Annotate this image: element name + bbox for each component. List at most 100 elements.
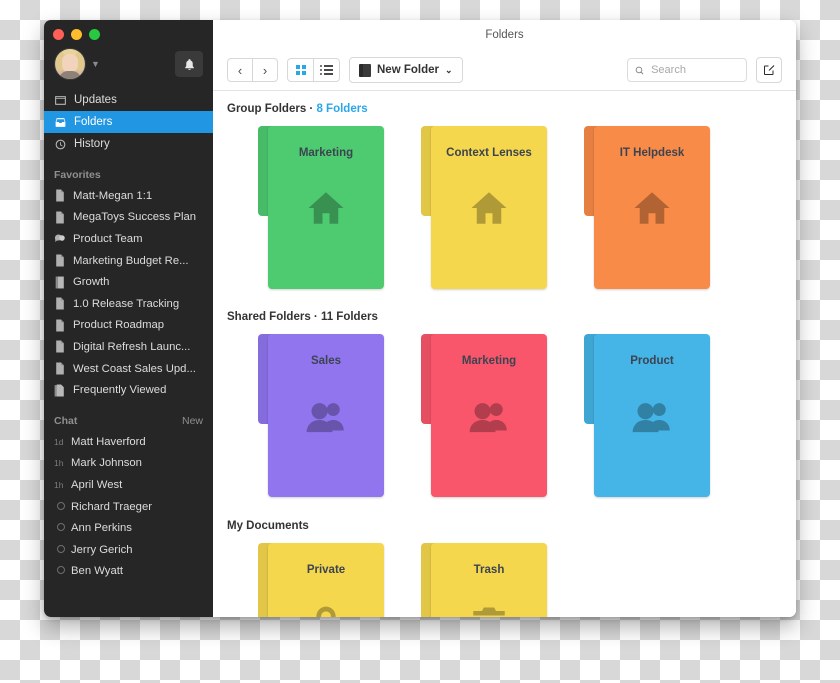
folder-card[interactable]: Private xyxy=(258,543,384,617)
chat-item[interactable]: Jerry Gerich xyxy=(44,539,213,561)
chat-item[interactable]: 1h April West xyxy=(44,474,213,496)
folder-card[interactable]: Marketing xyxy=(421,334,547,497)
folder-icon xyxy=(359,63,371,77)
shared-folders-count[interactable]: 11 Folders xyxy=(321,311,378,323)
clock-icon xyxy=(55,139,66,149)
favorite-item[interactable]: West Coast Sales Upd... xyxy=(44,358,213,380)
user-row: ▼ xyxy=(44,45,213,83)
doc-icon xyxy=(56,297,64,310)
status-dot-icon xyxy=(57,544,65,553)
new-folder-button[interactable]: New Folder ⌄ xyxy=(349,57,463,83)
favorite-item[interactable]: 1.0 Release Tracking xyxy=(44,293,213,315)
folder-name: Trash xyxy=(473,564,505,576)
favorite-item[interactable]: MegaToys Success Plan xyxy=(44,207,213,229)
favorite-item[interactable]: Matt-Megan 1:1 xyxy=(44,185,213,207)
back-button[interactable]: ‹ xyxy=(228,59,252,81)
inbox-icon xyxy=(55,117,66,127)
main-panel: Folders ‹ › New Folder ⌄ Search Group Fo… xyxy=(213,20,796,617)
chat-item[interactable]: 1h Mark Johnson xyxy=(44,453,213,475)
chat-label: Ben Wyatt xyxy=(71,565,124,578)
grid-view-icon xyxy=(295,65,306,75)
favorite-label: Product Team xyxy=(73,232,143,245)
folder-name: IT Helpdesk xyxy=(619,147,685,159)
folder-card[interactable]: Sales xyxy=(258,334,384,497)
toolbar: ‹ › New Folder ⌄ xyxy=(213,50,796,91)
folder-card[interactable]: Context Lenses xyxy=(421,126,547,289)
grid-view-button[interactable] xyxy=(288,59,313,81)
sidebar-item-history[interactable]: History xyxy=(44,133,213,155)
favorite-label: Matt-Megan 1:1 xyxy=(73,189,153,202)
favorite-item[interactable]: Product Team xyxy=(44,228,213,250)
bell-icon[interactable] xyxy=(175,51,203,77)
favorite-item[interactable]: Digital Refresh Launc... xyxy=(44,336,213,358)
doc-icon xyxy=(56,189,64,202)
sidebar-item-label: History xyxy=(74,138,110,150)
compose-icon xyxy=(764,65,775,75)
section-header-group-folders: Group Folders · 8 Folders xyxy=(227,103,368,115)
favorite-label: MegaToys Success Plan xyxy=(73,211,197,224)
view-toggle xyxy=(287,58,340,82)
folder-card[interactable]: Marketing xyxy=(258,126,384,289)
favorite-label: Marketing Budget Re... xyxy=(73,254,189,267)
search-icon xyxy=(635,66,644,74)
favorite-label: Digital Refresh Launc... xyxy=(73,340,191,353)
zoom-button[interactable] xyxy=(89,29,100,40)
folder-name: Marketing xyxy=(461,355,517,367)
sidebar: ▼ Updates Folders History Favorites Matt… xyxy=(44,20,213,617)
compose-button[interactable] xyxy=(756,57,782,83)
chat-list: 1d Matt Haverford 1h Mark Johnson 1h Apr… xyxy=(44,431,213,582)
chat-label: Richard Traeger xyxy=(71,500,152,513)
favorite-item[interactable]: Marketing Budget Re... xyxy=(44,250,213,272)
chat-item[interactable]: Richard Traeger xyxy=(44,496,213,518)
chat-label: Jerry Gerich xyxy=(71,543,133,556)
minimize-button[interactable] xyxy=(71,29,82,40)
forward-button[interactable]: › xyxy=(252,59,277,81)
group-folders-count[interactable]: 8 Folders xyxy=(316,103,367,115)
folder-card[interactable]: IT Helpdesk xyxy=(584,126,710,289)
list-view-icon xyxy=(320,65,333,75)
doc-icon xyxy=(56,254,64,267)
chat-label: Mark Johnson xyxy=(71,457,142,470)
favorites-list: Matt-Megan 1:1 MegaToys Success Plan Pro… xyxy=(44,185,213,401)
chevron-left-icon: ‹ xyxy=(237,62,243,78)
window-title: Folders xyxy=(213,20,796,50)
chevron-down-icon: ⌄ xyxy=(444,64,453,75)
doc-icon xyxy=(56,362,64,375)
chat-time: 1h xyxy=(54,458,64,469)
new-folder-label: New Folder xyxy=(377,64,439,76)
doc-icon xyxy=(56,340,64,353)
favorite-label: Frequently Viewed xyxy=(73,384,167,397)
search-input[interactable] xyxy=(649,63,739,77)
favorite-item[interactable]: Frequently Viewed xyxy=(44,379,213,401)
status-dot-icon xyxy=(57,566,65,575)
window-icon xyxy=(55,95,66,105)
folder-name: Sales xyxy=(310,355,342,367)
sidebar-item-updates[interactable]: Updates xyxy=(44,89,213,111)
favorite-item[interactable]: Growth xyxy=(44,271,213,293)
folder-name: Context Lenses xyxy=(446,147,532,159)
nav-buttons: ‹ › xyxy=(227,58,278,82)
avatar[interactable] xyxy=(54,48,86,80)
search-box[interactable] xyxy=(627,58,747,82)
chat-item[interactable]: Ann Perkins xyxy=(44,517,213,539)
chat-new-button[interactable]: New xyxy=(182,415,203,427)
chat-item[interactable]: 1d Matt Haverford xyxy=(44,431,213,453)
chat-item[interactable]: Ben Wyatt xyxy=(44,561,213,583)
favorites-header: Favorites xyxy=(54,169,101,181)
folder-name: Private xyxy=(306,564,346,576)
sidebar-item-folders[interactable]: Folders xyxy=(44,111,213,133)
favorite-item[interactable]: Product Roadmap xyxy=(44,315,213,337)
close-button[interactable] xyxy=(53,29,64,40)
list-view-button[interactable] xyxy=(313,59,339,81)
my-documents-grid: Private Trash xyxy=(213,532,796,617)
chat-label: Matt Haverford xyxy=(71,435,146,448)
chat-header: Chat New xyxy=(54,414,203,427)
nav-list: Updates Folders History xyxy=(44,89,213,155)
shared-folders-grid: Sales Marketing Product xyxy=(213,323,796,497)
folder-card[interactable]: Product xyxy=(584,334,710,497)
folder-card[interactable]: Trash xyxy=(421,543,547,617)
folder-name: Marketing xyxy=(298,147,354,159)
chevron-down-icon[interactable]: ▼ xyxy=(91,59,100,69)
sidebar-item-label: Folders xyxy=(74,116,113,128)
chat-time: 1d xyxy=(54,436,64,447)
